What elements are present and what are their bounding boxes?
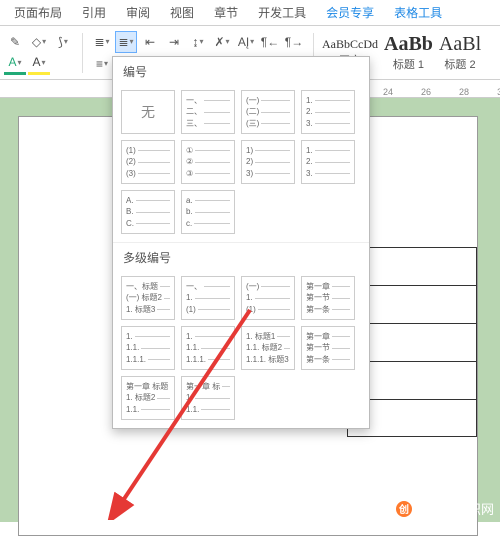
brush-icon[interactable]: ⟆	[52, 31, 74, 53]
numbering-option[interactable]: a.b.c.	[181, 190, 235, 234]
watermark-text: 爱创根知识网	[416, 499, 494, 518]
ruler-tick: 28	[459, 87, 469, 97]
numbering-option[interactable]: 第一章 标题1. 标题21.1.	[121, 376, 175, 420]
tab-table-tools[interactable]: 表格工具	[384, 0, 452, 25]
style-h1-label: 标题 1	[393, 56, 424, 72]
indent-decrease-icon[interactable]: ⇤	[139, 31, 161, 53]
tab-section[interactable]: 章节	[204, 0, 248, 25]
numbering-grid: 无 一、二、三、(一)(二)(三)1.2.3. (1)(2)(3)①②③1)2)3…	[113, 86, 369, 242]
format-painter-icon[interactable]: ✎	[4, 31, 26, 53]
numbering-option[interactable]: ①②③	[181, 140, 235, 184]
diamond-icon[interactable]: ◇	[28, 31, 50, 53]
numbering-option[interactable]: 1.2.3.	[301, 140, 355, 184]
ribbon-group-clipboard: ✎ ◇ ⟆ A A	[0, 29, 78, 77]
numbering-option[interactable]: (一)(二)(三)	[241, 90, 295, 134]
tab-bar: 页面布局 引用 审阅 视图 章节 开发工具 会员专享 表格工具	[0, 0, 500, 26]
numbering-option[interactable]: 一、1.(1)	[181, 276, 235, 320]
font-color-icon[interactable]: A	[4, 53, 26, 75]
tab-view[interactable]: 视图	[160, 0, 204, 25]
numbering-option[interactable]: 第一章第一节第一条	[301, 326, 355, 370]
tab-developer[interactable]: 开发工具	[248, 0, 316, 25]
ruler-tick: 26	[421, 87, 431, 97]
numbering-option[interactable]: 一、标题(一) 标题21. 标题3	[121, 276, 175, 320]
style-normal-sample: AaBbCcDd	[322, 37, 378, 52]
watermark-logo-icon: 创	[396, 501, 412, 517]
numbering-none[interactable]: 无	[121, 90, 175, 134]
numbering-option[interactable]: 1.1.1.1.1.1.	[121, 326, 175, 370]
numbering-option[interactable]: A.B.C.	[121, 190, 175, 234]
bullets-icon[interactable]: ≣	[91, 31, 113, 53]
numbering-option[interactable]: 1. 标题11.1. 标题21.1.1. 标题3	[241, 326, 295, 370]
numbering-button[interactable]: ≣	[115, 31, 137, 53]
style-heading2[interactable]: AaBl 标题 2	[439, 33, 481, 72]
alpha-icon[interactable]: AĮ	[235, 31, 257, 53]
pilcrow-right-icon[interactable]: ¶→	[283, 31, 305, 53]
tab-review[interactable]: 审阅	[116, 0, 160, 25]
numbering-option[interactable]: 1.1.1.1.1.1.	[181, 326, 235, 370]
tab-member[interactable]: 会员专享	[316, 0, 384, 25]
pilcrow-left-icon[interactable]: ¶←	[259, 31, 281, 53]
highlight-icon[interactable]: A	[28, 53, 50, 75]
ruler-tick: 24	[383, 87, 393, 97]
watermark: 创 爱创根知识网	[396, 499, 494, 518]
multilevel-grid: 一、标题(一) 标题21. 标题3一、1.(1)(一)1.(1)第一章第一节第一…	[113, 272, 369, 428]
numbering-option[interactable]: 1.2.3.	[301, 90, 355, 134]
dropdown-header-multilevel: 多级编号	[113, 242, 369, 272]
numbering-option[interactable]: 一、二、三、	[181, 90, 235, 134]
numbering-dropdown: 编号 无 一、二、三、(一)(二)(三)1.2.3. (1)(2)(3)①②③1)…	[112, 56, 370, 429]
tab-references[interactable]: 引用	[72, 0, 116, 25]
style-heading1[interactable]: AaBb 标题 1	[384, 33, 433, 72]
numbering-option[interactable]: 1)2)3)	[241, 140, 295, 184]
numbering-option[interactable]: (1)(2)(3)	[121, 140, 175, 184]
numbering-option[interactable]: 第一章 标1.1.1.	[181, 376, 235, 420]
style-h2-label: 标题 2	[444, 56, 475, 72]
numbering-option[interactable]: (一)1.(1)	[241, 276, 295, 320]
clear-icon[interactable]: ✗	[211, 31, 233, 53]
indent-increase-icon[interactable]: ⇥	[163, 31, 185, 53]
style-h2-sample: AaBl	[439, 33, 481, 56]
tab-layout[interactable]: 页面布局	[4, 0, 72, 25]
numbering-option[interactable]: 第一章第一节第一条	[301, 276, 355, 320]
dropdown-header-numbering: 编号	[113, 57, 369, 86]
align-icon[interactable]: ≡	[91, 53, 113, 75]
style-h1-sample: AaBb	[384, 33, 433, 56]
separator	[82, 33, 83, 73]
sort-icon[interactable]: ↨	[187, 31, 209, 53]
